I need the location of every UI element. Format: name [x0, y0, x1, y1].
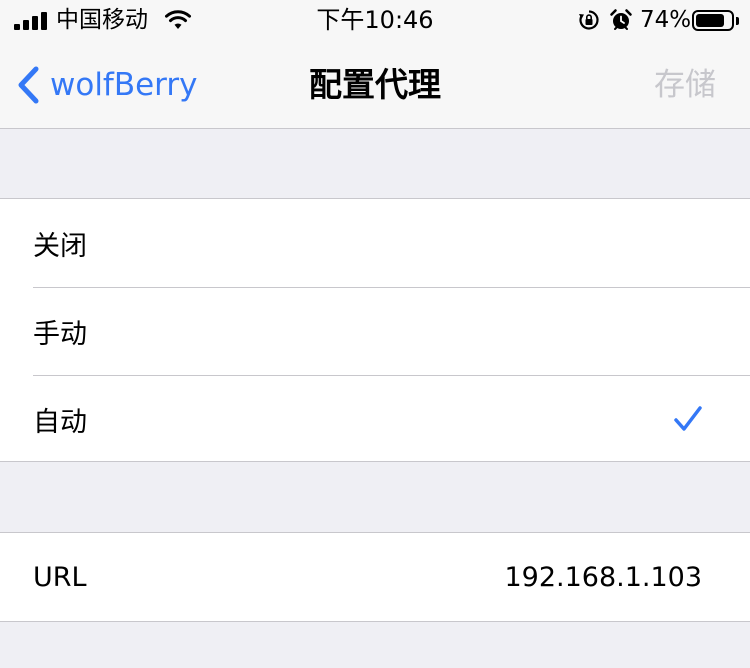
alarm-icon	[610, 9, 632, 30]
battery-nub	[736, 17, 739, 25]
rotation-lock-icon	[579, 10, 599, 30]
url-value-field[interactable]: 192.168.1.103	[504, 562, 702, 593]
proxy-mode-auto[interactable]: 自动	[0, 375, 750, 463]
page-title: 配置代理	[309, 65, 441, 104]
status-bar: 中国移动 下午10:46 74%	[0, 0, 750, 40]
save-button[interactable]: 存储	[654, 64, 716, 106]
list-item-label: 关闭	[33, 230, 87, 262]
proxy-mode-manual[interactable]: 手动	[0, 287, 750, 375]
proxy-mode-off[interactable]: 关闭	[0, 199, 750, 287]
status-time: 下午10:46	[316, 6, 434, 34]
url-row[interactable]: URL 192.168.1.103	[0, 533, 750, 621]
url-label: URL	[33, 561, 87, 593]
battery-icon	[692, 10, 734, 31]
proxy-mode-list: 关闭 手动 自动	[0, 198, 750, 462]
screen: 中国移动 下午10:46 74% wolfBerry 配置代理 存储 关闭 手动…	[0, 0, 750, 668]
list-item-label: 自动	[33, 406, 87, 438]
checkmark-icon	[674, 406, 702, 431]
list-item-label: 手动	[33, 318, 87, 350]
navigation-bar: wolfBerry 配置代理 存储	[0, 40, 750, 129]
battery-percent: 74%	[640, 7, 692, 33]
url-group: URL 192.168.1.103	[0, 532, 750, 622]
